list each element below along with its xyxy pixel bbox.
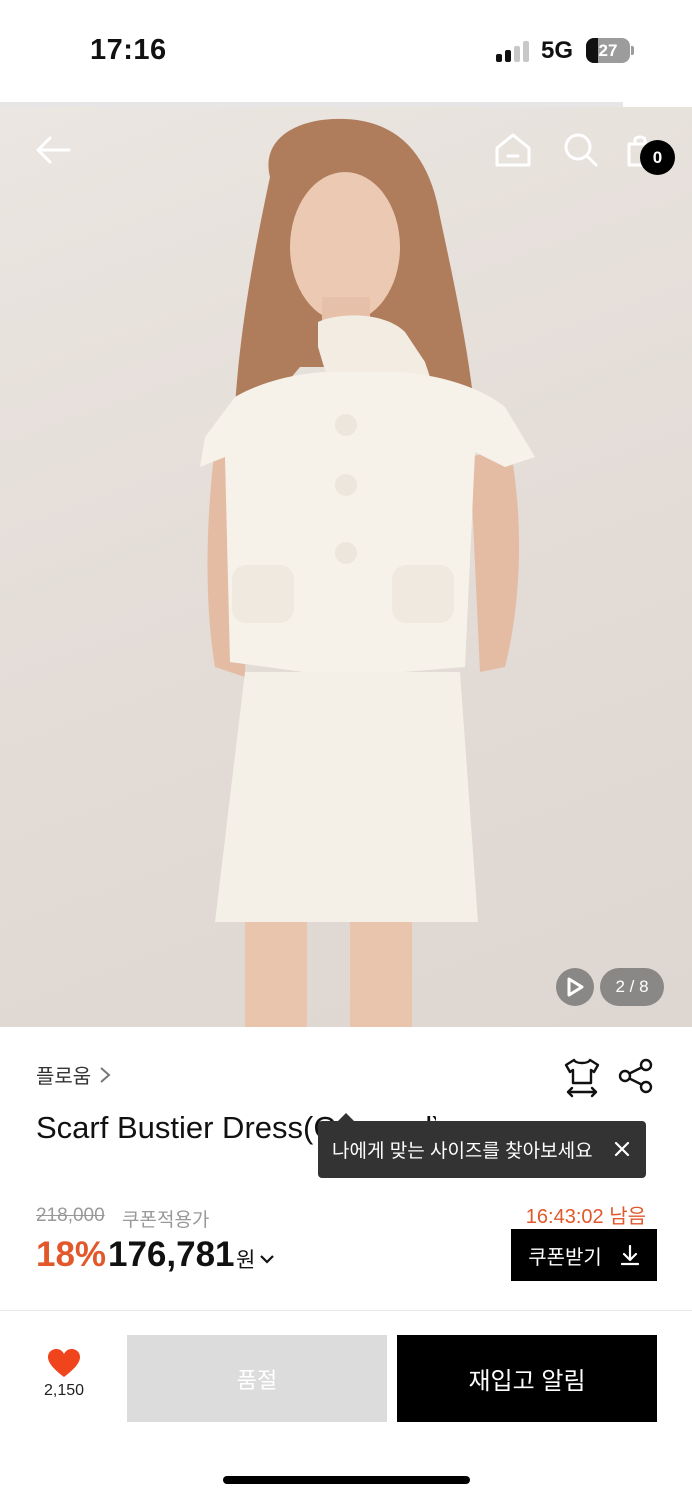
chevron-down-icon	[260, 1255, 275, 1264]
battery-level: 27	[598, 41, 618, 60]
image-page-indicator: 2 / 8	[600, 968, 664, 1006]
product-image-gallery[interactable]	[0, 107, 692, 1027]
size-guide-icon[interactable]	[562, 1056, 602, 1098]
soldout-button: 품절	[127, 1335, 387, 1422]
size-guide-tooltip[interactable]: 나에게 맞는 사이즈를 찾아보세요	[318, 1113, 646, 1178]
chevron-right-icon	[100, 1066, 111, 1083]
restock-alert-button[interactable]: 재입고 알림	[397, 1335, 657, 1422]
coupon-timer: 16:43:02 남음	[525, 1206, 646, 1228]
currency-label: 원	[236, 1249, 256, 1272]
like-count: 2,150	[43, 1382, 85, 1399]
back-button[interactable]	[28, 125, 78, 175]
search-icon	[564, 133, 598, 167]
battery-icon: 27	[586, 38, 630, 63]
network-label: 5G	[541, 37, 574, 64]
brand-name: 플로움	[36, 1066, 92, 1088]
cart-count-badge: 0	[640, 140, 675, 175]
tooltip-text: 나에게 맞는 사이즈를 찾아보세요	[332, 1141, 593, 1162]
original-price: 218,000	[36, 1205, 105, 1226]
share-icon[interactable]	[618, 1058, 654, 1094]
like-button[interactable]: 2,150	[36, 1348, 92, 1418]
signal-icon	[496, 40, 532, 62]
play-icon	[567, 977, 584, 997]
home-indicator	[223, 1476, 470, 1484]
heart-icon	[48, 1349, 80, 1377]
close-icon[interactable]	[610, 1137, 634, 1161]
status-time: 17:16	[90, 34, 167, 66]
sale-price: 176,781	[108, 1235, 235, 1274]
price-detail-toggle[interactable]: 원	[236, 1244, 275, 1274]
back-arrow-icon	[36, 136, 71, 164]
coupon-price-label: 쿠폰적용가	[122, 1210, 210, 1231]
product-photo	[200, 118, 535, 1027]
tooltip-arrow	[338, 1113, 354, 1121]
coupon-button-label: 쿠폰받기	[528, 1246, 602, 1269]
coupon-download-button[interactable]: 쿠폰받기	[511, 1229, 657, 1281]
search-button[interactable]	[558, 125, 604, 175]
brand-link[interactable]: 플로움	[36, 1060, 111, 1089]
play-video-button[interactable]	[556, 968, 594, 1006]
section-divider	[0, 1310, 692, 1311]
home-icon	[495, 133, 531, 167]
battery-tip	[631, 46, 634, 55]
discount-rate: 18%	[36, 1235, 107, 1274]
home-button[interactable]	[490, 125, 536, 175]
status-bar: 17:16 5G 27	[0, 0, 692, 104]
download-icon	[620, 1244, 639, 1266]
